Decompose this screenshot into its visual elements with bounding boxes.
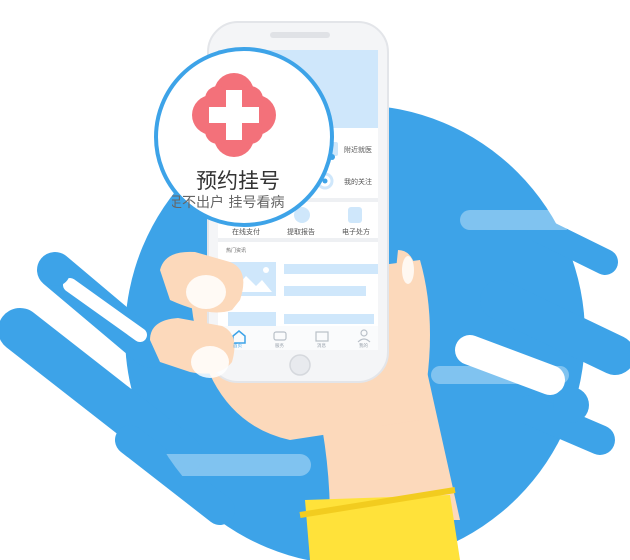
nav-mine[interactable]: 我的 bbox=[359, 343, 368, 349]
magnifier-title: 预约挂号 bbox=[196, 169, 280, 193]
nav-service[interactable]: 服务 bbox=[275, 343, 284, 349]
nav-home[interactable]: 首页 bbox=[233, 343, 242, 349]
service-online-pay[interactable]: 在线支付 bbox=[232, 227, 260, 237]
magnifier-subtitle-clip: 足不出户 挂号看病 bbox=[172, 192, 324, 214]
quick-link-follow[interactable]: 我的关注 bbox=[344, 177, 372, 187]
service-e-prescription[interactable]: 电子处方 bbox=[342, 227, 370, 237]
decor-dot bbox=[553, 387, 589, 423]
magnifier-subtitle: 足不出户 挂号看病 bbox=[172, 195, 285, 211]
illustration bbox=[0, 21, 630, 560]
decor-dot bbox=[42, 258, 70, 286]
news-header: 热门资讯 bbox=[226, 248, 247, 254]
nav-messages[interactable]: 消息 bbox=[317, 343, 326, 349]
quick-link-nearby[interactable]: 附近就医 bbox=[344, 145, 372, 155]
service-get-report[interactable]: 提取报告 bbox=[287, 227, 315, 237]
